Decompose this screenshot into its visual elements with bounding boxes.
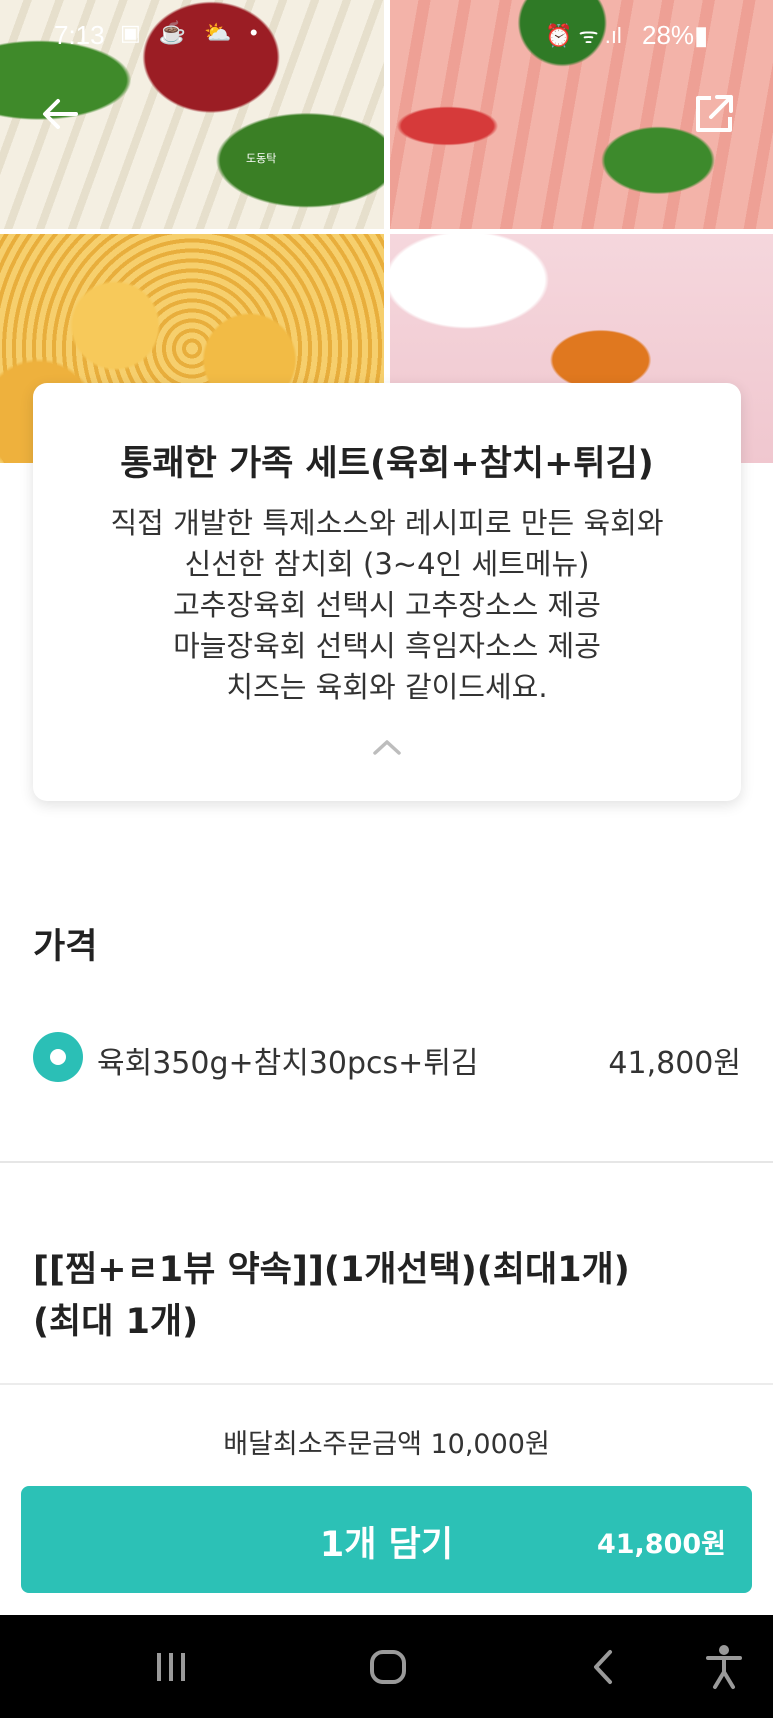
back-button[interactable] <box>34 88 86 140</box>
recents-icon <box>157 1653 185 1681</box>
accessibility-button[interactable] <box>694 1641 754 1693</box>
external-link-icon <box>696 95 733 132</box>
description-line: 직접 개발한 특제소스와 레시피로 만든 육회와 <box>110 506 664 540</box>
share-button[interactable] <box>688 88 740 140</box>
menu-description: 직접 개발한 특제소스와 레시피로 만든 육회와 신선한 참치회 (3~4인 세… <box>33 503 741 708</box>
status-time: 7:13 <box>54 20 105 50</box>
price-option-value: 41,800원 <box>608 1046 741 1081</box>
description-line: 고추장육회 선택시 고추장소스 제공 <box>173 588 601 622</box>
home-icon <box>370 1650 406 1684</box>
system-navigation-bar <box>0 1615 773 1718</box>
price-section-title: 가격 <box>33 927 98 967</box>
recents-button[interactable] <box>141 1641 201 1693</box>
radio-selected-icon[interactable] <box>33 1032 83 1082</box>
battery-indicator: 28%▮ <box>642 20 709 50</box>
home-button[interactable] <box>358 1641 418 1693</box>
chevron-left-icon <box>594 1650 612 1684</box>
menu-title: 통쾌한 가족 세트(육회+참치+튀김) <box>120 444 654 484</box>
price-option-label: 육회350g+참치30pcs+튀김 <box>97 1046 479 1081</box>
accessibility-icon <box>706 1645 742 1689</box>
option-group-title: [[찜+ㄹ1뷰 약속]](1개선택)(최대1개) (최대 1개) <box>33 1244 733 1348</box>
price-option-row[interactable]: 육회350g+참치30pcs+튀김 41,800원 <box>33 1030 741 1084</box>
description-line: 마늘장육회 선택시 흑임자소스 제공 <box>173 629 601 663</box>
status-bar: 7:13 ▣ ☕ ⛅ • ⏰ ᯤ .ıl 28%▮ <box>0 18 773 58</box>
menu-info-card: 통쾌한 가족 세트(육회+참치+튀김) 직접 개발한 특제소스와 레시피로 만든… <box>33 383 741 801</box>
notification-icons: ▣ ☕ ⛅ • <box>120 20 264 45</box>
signal-icons: ⏰ ᯤ .ıl <box>545 23 622 48</box>
order-bottom-sheet: 배달최소주문금액 10,000원 1개 담기 41,800원 <box>0 1383 773 1615</box>
description-line: 치즈는 육회와 같이드세요. <box>226 670 548 704</box>
description-line: 신선한 참치회 (3~4인 세트메뉴) <box>184 547 590 581</box>
section-divider <box>0 1161 773 1163</box>
add-to-cart-button[interactable]: 1개 담기 41,800원 <box>21 1486 752 1593</box>
option-group-title-line: [[찜+ㄹ1뷰 약속]](1개선택)(최대1개) <box>33 1250 630 1290</box>
chevron-up-icon[interactable] <box>369 735 405 759</box>
min-order-notice: 배달최소주문금액 10,000원 <box>223 1429 550 1460</box>
option-group-title-line: (최대 1개) <box>33 1302 199 1342</box>
arrow-left-icon <box>43 99 78 129</box>
system-back-button[interactable] <box>573 1641 633 1693</box>
add-to-cart-price: 41,800원 <box>596 1529 726 1560</box>
photo-watermark: 도동탁 <box>246 152 277 165</box>
